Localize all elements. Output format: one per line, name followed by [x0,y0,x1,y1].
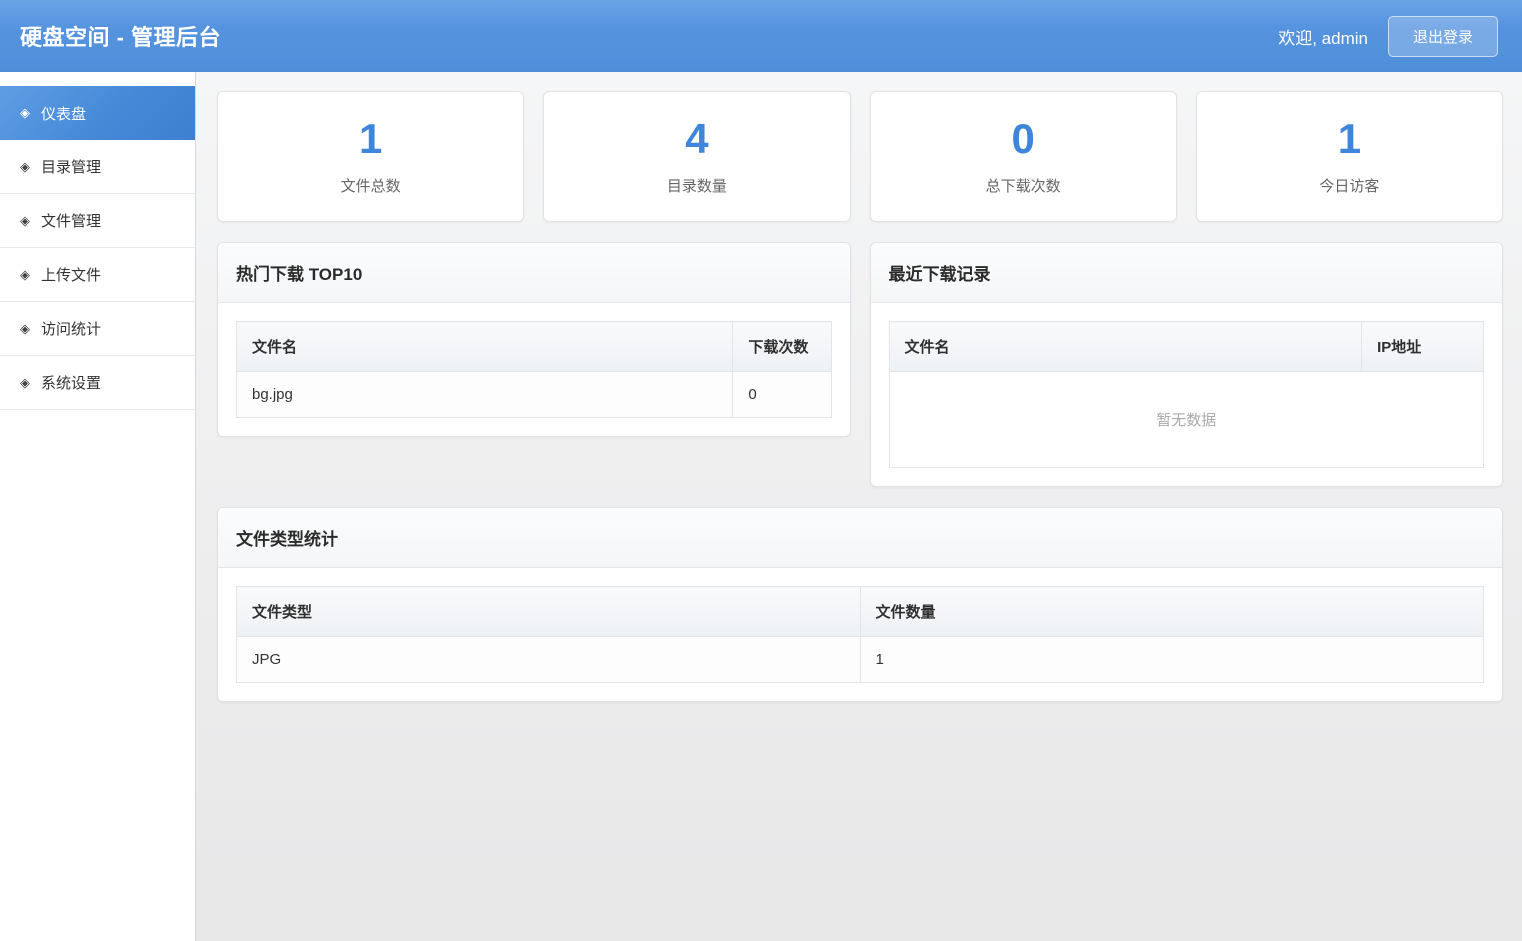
sidebar-item-directory-management[interactable]: ◈ 目录管理 [0,140,195,194]
diamond-icon: ◈ [20,320,30,336]
header-right: 欢迎, admin 退出登录 [1278,15,1498,57]
sidebar-item-label: 仪表盘 [41,105,87,123]
body-layout: ◈ 仪表盘 ◈ 目录管理 ◈ 文件管理 ◈ 上传文件 ◈ 访问统计 ◈ 系统设置 [0,72,1522,941]
column-header-ip-address: IP地址 [1361,321,1484,372]
table-header-row: 文件类型 文件数量 [236,586,1484,637]
stat-card-today-visitors: 1 今日访客 [1195,91,1503,222]
logout-button[interactable]: 退出登录 [1387,15,1498,57]
welcome-text: 欢迎, admin [1278,28,1368,48]
file-types-table: 文件类型 文件数量 JPG 1 [236,586,1484,683]
hot-downloads-table: 文件名 下载次数 bg.jpg 0 [235,321,832,418]
empty-state-text: 暂无数据 [888,371,1484,468]
stat-card-total-files: 1 文件总数 [217,91,525,222]
table-row: JPG 1 [236,636,1484,683]
table-row: bg.jpg 0 [235,371,832,418]
stat-label: 总下载次数 [985,177,1061,195]
sidebar-item-label: 文件管理 [41,213,102,230]
column-header-filename: 文件名 [235,321,734,372]
panel-title: 最近下载记录 [870,243,1502,303]
cell-filename: bg.jpg [235,371,734,418]
column-header-file-type: 文件类型 [236,586,861,637]
stat-value: 0 [1011,114,1035,162]
sidebar-item-label: 上传文件 [41,267,102,284]
page-title: 硬盘空间 - 管理后台 [20,25,222,50]
recent-downloads-table: 文件名 IP地址 暂无数据 [888,321,1485,468]
sidebar-nav: ◈ 仪表盘 ◈ 目录管理 ◈ 文件管理 ◈ 上传文件 ◈ 访问统计 ◈ 系统设置 [0,72,196,941]
cell-file-count: 1 [859,636,1484,683]
hot-downloads-panel: 热门下载 TOP10 文件名 下载次数 bg.jpg 0 [217,242,851,437]
recent-downloads-panel: 最近下载记录 文件名 IP地址 暂无数据 [869,242,1503,487]
column-header-download-count: 下载次数 [732,321,832,372]
panel-title: 文件类型统计 [218,508,1502,568]
cell-download-count: 0 [732,371,832,418]
panel-body: 文件类型 文件数量 JPG 1 [218,568,1502,701]
stat-card-total-downloads: 0 总下载次数 [869,91,1177,222]
file-types-panel: 文件类型统计 文件类型 文件数量 JPG 1 [217,507,1503,702]
table-header-row: 文件名 下载次数 [235,321,832,372]
stat-value: 1 [1337,114,1362,162]
diamond-icon: ◈ [20,158,30,174]
sidebar-item-visit-stats[interactable]: ◈ 访问统计 [0,302,195,356]
diamond-icon: ◈ [20,266,30,282]
sidebar-item-label: 目录管理 [41,159,102,176]
stat-card-directory-count: 4 目录数量 [543,91,851,222]
sidebar-item-label: 系统设置 [41,375,102,392]
diamond-icon: ◈ [20,212,30,228]
panels-row: 热门下载 TOP10 文件名 下载次数 bg.jpg 0 最近下载记录 文件名 … [217,242,1503,487]
sidebar-item-label: 访问统计 [41,321,102,338]
column-header-filename: 文件名 [888,321,1363,372]
sidebar-item-upload-file[interactable]: ◈ 上传文件 [0,248,195,302]
stat-cards-row: 1 文件总数 4 目录数量 0 总下载次数 1 今日访客 [217,91,1503,222]
app-header: 硬盘空间 - 管理后台 欢迎, admin 退出登录 [0,0,1522,72]
stat-value: 4 [685,114,709,162]
main-content: 1 文件总数 4 目录数量 0 总下载次数 1 今日访客 热门下载 TOP10 … [196,72,1522,941]
sidebar-item-file-management[interactable]: ◈ 文件管理 [0,194,195,248]
empty-state-row: 暂无数据 [888,371,1484,468]
diamond-icon: ◈ [20,105,30,120]
stat-label: 今日访客 [1319,177,1380,195]
diamond-icon: ◈ [20,374,30,390]
column-header-file-count: 文件数量 [859,586,1484,637]
admin-app: 硬盘空间 - 管理后台 欢迎, admin 退出登录 ◈ 仪表盘 ◈ 目录管理 … [0,0,1522,941]
panel-body: 文件名 下载次数 bg.jpg 0 [218,303,850,436]
stat-label: 目录数量 [666,177,727,195]
table-header-row: 文件名 IP地址 [888,321,1484,372]
stat-value: 1 [358,114,383,162]
sidebar-item-system-settings[interactable]: ◈ 系统设置 [0,356,195,410]
panel-title: 热门下载 TOP10 [218,243,850,303]
panel-body: 文件名 IP地址 暂无数据 [871,303,1503,486]
sidebar-item-dashboard[interactable]: ◈ 仪表盘 [0,86,195,140]
stat-label: 文件总数 [340,177,401,195]
cell-file-type: JPG [236,636,861,683]
